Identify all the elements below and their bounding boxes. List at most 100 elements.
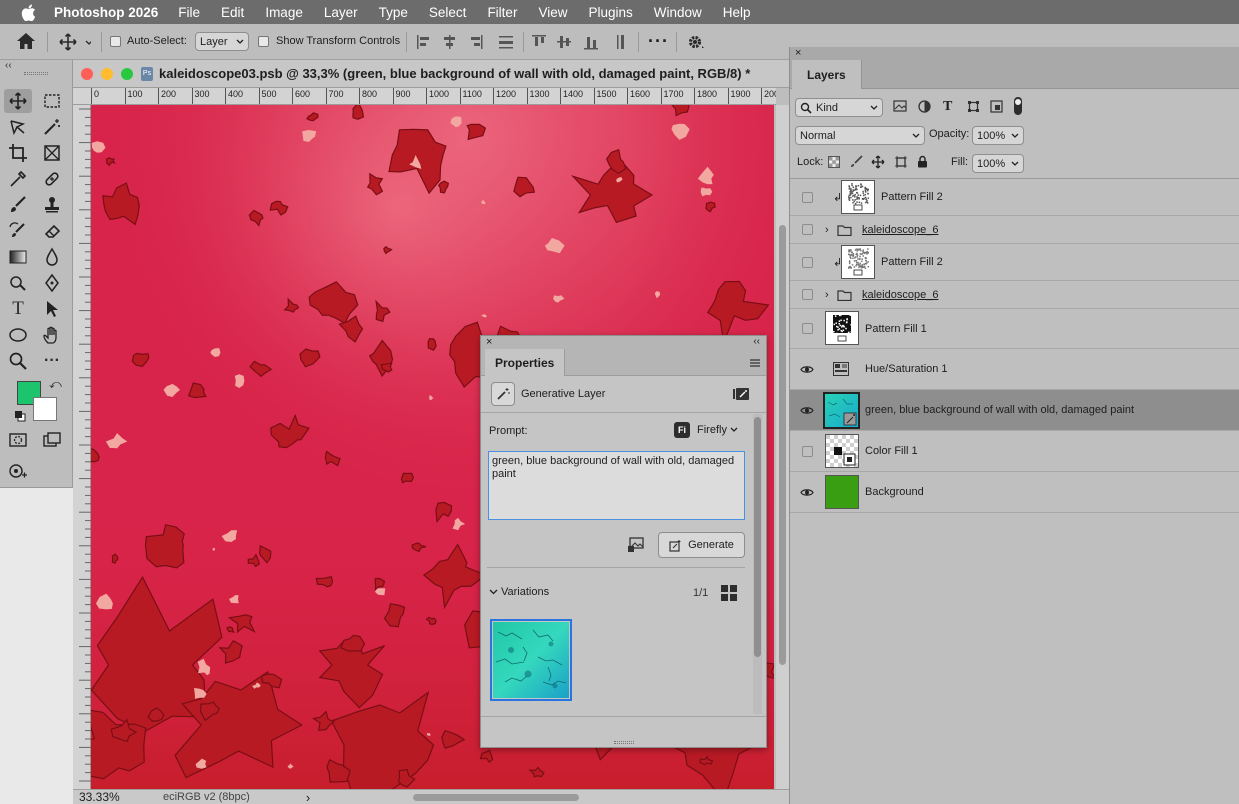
status-menu-arrow[interactable]: › xyxy=(306,790,310,804)
home-icon[interactable] xyxy=(16,32,36,53)
healing-brush-tool-icon[interactable] xyxy=(38,167,66,191)
filter-kind-dropdown[interactable]: Kind xyxy=(795,98,883,117)
zoom-level[interactable]: 33.33% xyxy=(79,790,159,804)
lock-image-pixels-icon[interactable] xyxy=(850,155,863,168)
more-options-icon[interactable]: ··· xyxy=(648,31,669,52)
move-tool-icon[interactable] xyxy=(4,89,32,113)
tab-properties[interactable]: Properties xyxy=(485,349,566,376)
layers-panel-header[interactable]: × xyxy=(790,47,1239,60)
fill-field[interactable]: 100% xyxy=(972,154,1024,173)
visibility-toggle-off[interactable] xyxy=(802,191,813,203)
eye-icon[interactable] xyxy=(800,363,814,375)
layer-group-row[interactable]: › kaleidoscope_6 xyxy=(790,216,1239,244)
tab-layers[interactable]: Layers xyxy=(792,60,862,89)
path-selection-tool-icon[interactable] xyxy=(38,297,66,321)
menu-view[interactable]: View xyxy=(538,5,567,20)
filter-adjustment-icon[interactable] xyxy=(918,100,931,113)
document-tab[interactable]: Ps kaleidoscope03.psb @ 33,3% (green, bl… xyxy=(73,60,789,88)
magic-wand-tool-icon[interactable] xyxy=(38,115,66,139)
menu-select[interactable]: Select xyxy=(429,5,467,20)
layer-row[interactable]: ↲ Pattern Fill 2 xyxy=(790,179,1239,216)
type-tool-icon[interactable]: T xyxy=(4,297,32,321)
layer-row[interactable]: Color Fill 1 xyxy=(790,431,1239,472)
hand-tool-icon[interactable] xyxy=(38,323,66,347)
lock-all-icon[interactable] xyxy=(917,155,928,168)
menu-file[interactable]: File xyxy=(178,5,200,20)
visibility-toggle-off[interactable] xyxy=(802,224,813,235)
swap-colors-icon[interactable]: ⤺ xyxy=(49,377,62,392)
collapse-panel-icon[interactable]: ‹‹ xyxy=(753,336,760,347)
visibility-toggle-off[interactable] xyxy=(802,323,813,334)
layer-group-row[interactable]: › kaleidoscope_6 xyxy=(790,281,1239,309)
lock-transparent-pixels-icon[interactable] xyxy=(828,156,840,168)
clone-stamp-tool-icon[interactable] xyxy=(38,193,66,217)
visibility-toggle-off[interactable] xyxy=(802,256,813,268)
lasso-tool-icon[interactable] xyxy=(4,115,32,139)
generate-button[interactable]: Generate xyxy=(658,532,745,558)
zoom-tool-icon[interactable] xyxy=(4,349,32,373)
filter-shape-icon[interactable] xyxy=(967,100,980,113)
layer-row[interactable]: Pattern Fill 1 xyxy=(790,309,1239,349)
close-panel-icon[interactable]: × xyxy=(486,336,492,348)
move-tool-preset-icon[interactable] xyxy=(59,33,93,54)
lock-position-icon[interactable] xyxy=(871,155,885,169)
menu-layer[interactable]: Layer xyxy=(324,5,358,20)
eraser-tool-icon[interactable] xyxy=(38,219,66,243)
dodge-tool-icon[interactable] xyxy=(4,271,32,295)
zoom-window-button[interactable] xyxy=(121,67,133,80)
filter-toggle[interactable] xyxy=(1014,97,1022,115)
crop-tool-icon[interactable] xyxy=(4,141,32,165)
gear-icon[interactable] xyxy=(686,33,706,54)
layer-row[interactable]: Background xyxy=(790,472,1239,513)
model-dropdown[interactable]: Firefly xyxy=(697,424,738,436)
visibility-toggle-off[interactable] xyxy=(802,445,813,457)
app-name-menu[interactable]: Photoshop 2026 xyxy=(54,5,158,20)
lock-artboard-icon[interactable] xyxy=(894,155,908,169)
menu-window[interactable]: Window xyxy=(654,5,702,20)
menu-edit[interactable]: Edit xyxy=(221,5,244,20)
background-color-swatch[interactable] xyxy=(33,397,57,421)
ellipse-tool-icon[interactable] xyxy=(4,323,32,347)
scroll-thumb[interactable] xyxy=(779,225,786,665)
properties-scrollbar[interactable] xyxy=(753,414,762,714)
pen-tool-icon[interactable] xyxy=(38,271,66,295)
quick-mask-icon[interactable] xyxy=(4,428,32,452)
close-panel-icon[interactable]: × xyxy=(795,47,801,59)
eyedropper-tool-icon[interactable] xyxy=(4,167,32,191)
horizontal-scroll-thumb[interactable] xyxy=(413,794,579,801)
filter-type-icon[interactable]: T xyxy=(943,99,952,115)
blur-tool-icon[interactable] xyxy=(38,245,66,269)
screen-mode-icon[interactable] xyxy=(38,428,66,452)
auto-select-dropdown[interactable]: Layer xyxy=(195,32,249,51)
panel-menu-icon[interactable] xyxy=(750,358,760,370)
menu-image[interactable]: Image xyxy=(265,5,303,20)
properties-panel-header[interactable]: × ‹‹ xyxy=(481,336,766,349)
auto-select-checkbox[interactable] xyxy=(110,36,121,47)
history-brush-tool-icon[interactable] xyxy=(4,219,32,243)
layer-row[interactable]: ↲ Pattern Fill 2 xyxy=(790,244,1239,281)
visibility-toggle-off[interactable] xyxy=(802,289,813,300)
opacity-field[interactable]: 100% xyxy=(972,126,1024,145)
eye-icon[interactable] xyxy=(800,486,814,498)
frame-tool-icon[interactable] xyxy=(38,141,66,165)
edit-toolbar-icon[interactable] xyxy=(4,459,32,483)
panel-grip[interactable] xyxy=(24,72,48,75)
more-tools-icon[interactable]: ··· xyxy=(38,349,66,373)
filter-smart-object-icon[interactable] xyxy=(990,100,1003,113)
marquee-tool-icon[interactable] xyxy=(38,89,66,113)
menu-type[interactable]: Type xyxy=(379,5,408,20)
generative-badge-icon[interactable] xyxy=(732,387,750,404)
blend-mode-dropdown[interactable]: Normal xyxy=(795,126,925,145)
chevron-right-icon[interactable]: › xyxy=(825,289,829,301)
transform-controls-checkbox[interactable] xyxy=(258,36,269,47)
apple-icon[interactable] xyxy=(16,0,40,24)
variations-collapse-icon[interactable] xyxy=(489,586,498,598)
scroll-thumb[interactable] xyxy=(754,417,761,657)
prompt-textarea[interactable]: green, blue background of wall with old,… xyxy=(488,451,745,520)
reference-image-icon[interactable] xyxy=(627,537,645,556)
default-colors-icon[interactable] xyxy=(14,410,26,422)
grid-view-icon[interactable] xyxy=(721,585,737,604)
eye-icon[interactable] xyxy=(800,404,814,416)
minimize-window-button[interactable] xyxy=(101,67,113,80)
resize-grip[interactable] xyxy=(614,741,634,744)
